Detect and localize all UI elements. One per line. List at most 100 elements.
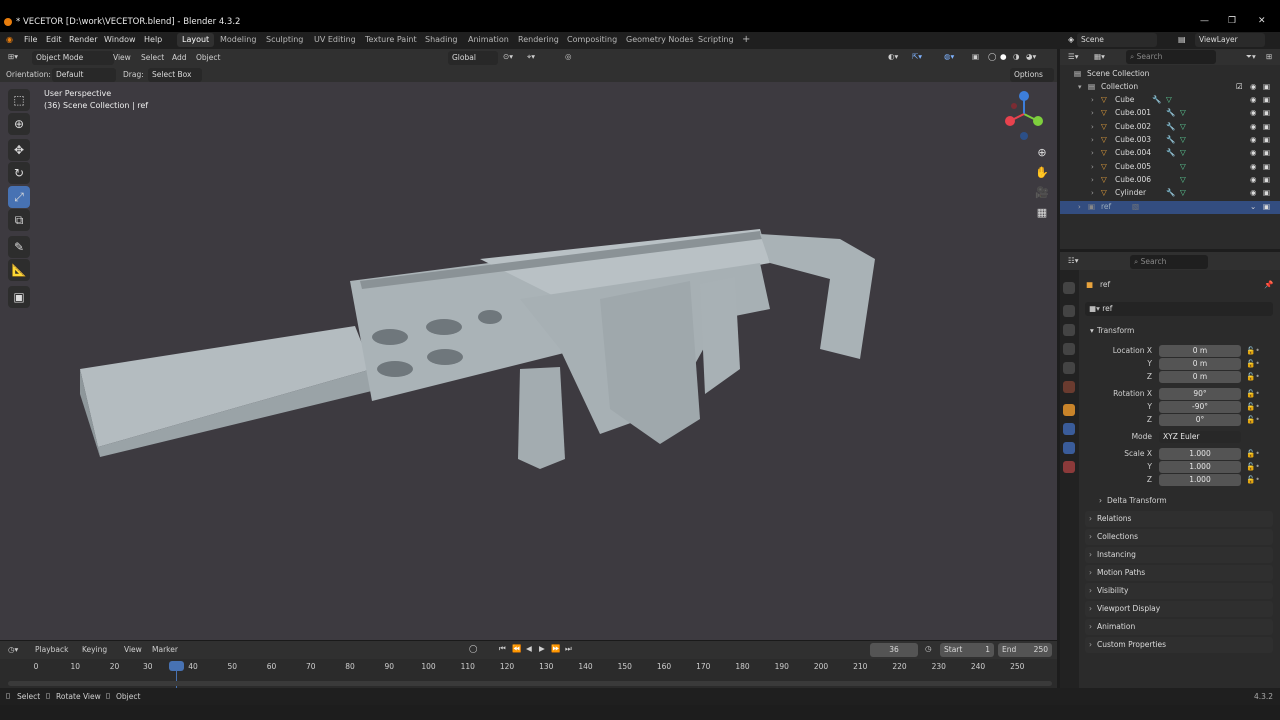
scale-tool-icon[interactable]: ⤢: [8, 186, 30, 208]
eye-icon[interactable]: ◉: [1250, 175, 1257, 184]
chevron-right-icon[interactable]: ›: [1091, 149, 1094, 157]
properties-editor-icon[interactable]: ☷▾: [1068, 256, 1079, 265]
snap-icon[interactable]: ⌖▾: [527, 52, 535, 62]
scene-tab-icon[interactable]: [1063, 362, 1075, 374]
rotation-x-field[interactable]: 90°: [1159, 388, 1241, 400]
menu-object[interactable]: Object: [196, 53, 220, 62]
menu-window[interactable]: Window: [104, 35, 136, 44]
scale-z-field[interactable]: 1.000: [1159, 474, 1241, 486]
eye-icon[interactable]: ◉: [1250, 82, 1257, 91]
chevron-right-icon[interactable]: ›: [1091, 163, 1094, 171]
next-keyframe-icon[interactable]: ⏩: [551, 644, 560, 653]
camera-icon[interactable]: ▣: [1263, 108, 1270, 117]
eye-icon[interactable]: ◉: [1250, 148, 1257, 157]
chevron-down-icon[interactable]: ▾: [1090, 326, 1094, 335]
camera-icon[interactable]: ▣: [1263, 122, 1270, 131]
menu-render[interactable]: Render: [69, 35, 97, 44]
chevron-right-icon[interactable]: ›: [1091, 96, 1094, 104]
frame-indicator[interactable]: [169, 661, 184, 671]
lock-icon[interactable]: 🔓•: [1246, 389, 1260, 398]
tab-layout[interactable]: Layout: [177, 33, 215, 47]
outliner-row-object[interactable]: › ▽ Cube.003 🔧 ▽ ◉ ▣: [1060, 134, 1280, 147]
tool-tab-icon[interactable]: [1063, 282, 1075, 294]
drag-selector[interactable]: Select Box: [148, 68, 202, 82]
start-frame-field[interactable]: Start 1: [940, 643, 994, 657]
property-section[interactable]: › Relations: [1085, 511, 1273, 527]
outliner-row-collection[interactable]: ▾ ▤ Collection ☑ ◉ ▣: [1060, 81, 1280, 94]
tab-animation[interactable]: Animation: [463, 33, 514, 47]
solid-shading-icon[interactable]: ●: [1000, 52, 1007, 61]
chevron-right-icon[interactable]: ›: [1091, 109, 1094, 117]
rotate-tool-icon[interactable]: ↻: [8, 162, 30, 184]
tab-compositing[interactable]: Compositing: [562, 33, 622, 47]
timeline-editor-icon[interactable]: ◷▾: [8, 645, 18, 654]
options-dropdown[interactable]: Options: [1010, 68, 1054, 82]
chevron-right-icon[interactable]: ›: [1091, 136, 1094, 144]
menu-add[interactable]: Add: [172, 53, 187, 62]
jump-end-icon[interactable]: ⏭: [565, 644, 572, 654]
chevron-right-icon[interactable]: ›: [1078, 203, 1081, 211]
lock-icon[interactable]: 🔓•: [1246, 415, 1260, 424]
menu-select[interactable]: Select: [141, 53, 164, 62]
rotation-y-field[interactable]: -90°: [1159, 401, 1241, 413]
zoom-icon[interactable]: ⊕: [1032, 143, 1052, 163]
outliner-row-ref[interactable]: › ▣ ref ▧ ⌄ ▣: [1060, 201, 1280, 214]
lock-icon[interactable]: 🔓•: [1246, 462, 1260, 471]
menu-file[interactable]: File: [24, 35, 37, 44]
play-icon[interactable]: ▶: [539, 644, 545, 653]
scale-y-field[interactable]: 1.000: [1159, 461, 1241, 473]
lock-icon[interactable]: 🔓•: [1246, 372, 1260, 381]
new-collection-icon[interactable]: ⊞: [1266, 52, 1272, 61]
editor-type-icon[interactable]: ⊞▾: [8, 52, 18, 61]
chevron-right-icon[interactable]: ›: [1091, 176, 1094, 184]
add-cube-tool-icon[interactable]: ▣: [8, 286, 30, 308]
camera-icon[interactable]: ▣: [1263, 162, 1270, 171]
camera-icon[interactable]: ▣: [1263, 202, 1270, 211]
wireframe-shading-icon[interactable]: ◯: [988, 52, 996, 61]
tab-texture-paint[interactable]: Texture Paint: [360, 33, 422, 47]
rendered-shading-icon[interactable]: ◕▾: [1026, 52, 1036, 61]
3d-viewport[interactable]: [0, 49, 1057, 640]
proportional-edit-icon[interactable]: ◎: [565, 52, 572, 61]
orientation-selector[interactable]: Default: [52, 68, 116, 82]
transform-tool-icon[interactable]: ⧉: [8, 209, 30, 231]
pan-hand-icon[interactable]: ✋: [1032, 163, 1052, 183]
data-tab-icon[interactable]: [1063, 461, 1075, 473]
tab-rendering[interactable]: Rendering: [513, 33, 564, 47]
eye-icon[interactable]: ◉: [1250, 188, 1257, 197]
property-section[interactable]: › Instancing: [1085, 547, 1273, 563]
object-tab-icon[interactable]: [1063, 404, 1075, 416]
lock-icon[interactable]: 🔓•: [1246, 449, 1260, 458]
output-tab-icon[interactable]: [1063, 324, 1075, 336]
tab-scripting[interactable]: Scripting: [693, 33, 739, 47]
visibility-icon[interactable]: ◐▾: [888, 52, 898, 61]
gizmo-icon[interactable]: ⇱▾: [912, 52, 922, 61]
property-section[interactable]: › Viewport Display: [1085, 601, 1273, 617]
timeline-scrollbar[interactable]: [8, 681, 1052, 686]
cursor-tool-icon[interactable]: ⊕: [8, 113, 30, 135]
tab-shading[interactable]: Shading: [420, 33, 463, 47]
outliner-row-object[interactable]: › ▽ Cube.001 🔧 ▽ ◉ ▣: [1060, 107, 1280, 120]
location-z-field[interactable]: 0 m: [1159, 371, 1241, 383]
camera-icon[interactable]: ▣: [1263, 135, 1270, 144]
property-section[interactable]: › Motion Paths: [1085, 565, 1273, 581]
camera-view-icon[interactable]: 🎥: [1032, 183, 1052, 203]
menu-edit[interactable]: Edit: [46, 35, 62, 44]
menu-timeline-view[interactable]: View: [124, 645, 142, 654]
property-section[interactable]: › Animation: [1085, 619, 1273, 635]
menu-keying[interactable]: Keying: [82, 645, 107, 654]
camera-icon[interactable]: ▣: [1263, 188, 1270, 197]
end-frame-field[interactable]: End 250: [998, 643, 1052, 657]
material-shading-icon[interactable]: ◑: [1013, 52, 1020, 61]
delta-transform-section[interactable]: Delta Transform: [1107, 496, 1167, 505]
annotate-tool-icon[interactable]: ✎: [8, 236, 30, 258]
chevron-right-icon[interactable]: ›: [1099, 496, 1102, 505]
world-tab-icon[interactable]: [1063, 381, 1075, 393]
lock-icon[interactable]: 🔓•: [1246, 475, 1260, 484]
camera-icon[interactable]: ▣: [1263, 95, 1270, 104]
eye-icon[interactable]: ◉: [1250, 122, 1257, 131]
outliner-row-object[interactable]: › ▽ Cube.006 ▽ ◉ ▣: [1060, 174, 1280, 187]
chevron-right-icon[interactable]: ›: [1091, 123, 1094, 131]
eye-icon[interactable]: ◉: [1250, 95, 1257, 104]
blender-menu-icon[interactable]: ◉: [6, 35, 13, 44]
